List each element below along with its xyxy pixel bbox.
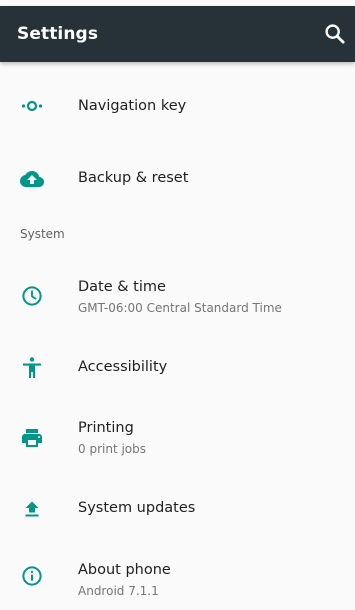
section-header-system: System [20, 227, 65, 241]
settings-item-printing[interactable]: Printing 0 print jobs [0, 400, 355, 476]
settings-item-about-phone[interactable]: About phone Android 7.1.1 [0, 542, 355, 610]
settings-item-system-updates[interactable]: System updates [0, 476, 355, 542]
settings-item-summary: Android 7.1.1 [78, 584, 159, 598]
settings-item-summary: GMT-06:00 Central Standard Time [78, 301, 282, 315]
settings-item-date-time[interactable]: Date & time GMT-06:00 Central Standard T… [0, 260, 355, 336]
search-icon [325, 24, 345, 44]
settings-item-label: Navigation key [78, 98, 187, 114]
app-bar: Settings [0, 6, 355, 62]
settings-item-navigation-key[interactable]: Navigation key [0, 70, 355, 142]
settings-item-label: Printing [78, 420, 134, 436]
clock-icon [22, 286, 42, 306]
cloud-upload-icon [20, 171, 44, 187]
settings-item-backup-reset[interactable]: Backup & reset [0, 142, 355, 216]
settings-item-label: Date & time [78, 279, 166, 295]
settings-item-label: About phone [78, 562, 171, 578]
settings-item-summary: 0 print jobs [78, 442, 147, 456]
settings-item-label: Accessibility [78, 359, 168, 375]
page-title: Settings [17, 24, 99, 44]
search-button[interactable] [321, 20, 349, 48]
upload-icon [25, 501, 39, 517]
info-icon [22, 566, 42, 586]
printer-icon [22, 429, 42, 447]
accessibility-icon [23, 357, 41, 378]
navigation-key-icon [21, 100, 43, 112]
settings-item-label: System updates [78, 500, 196, 516]
settings-item-accessibility[interactable]: Accessibility [0, 336, 355, 400]
settings-item-label: Backup & reset [78, 170, 189, 186]
